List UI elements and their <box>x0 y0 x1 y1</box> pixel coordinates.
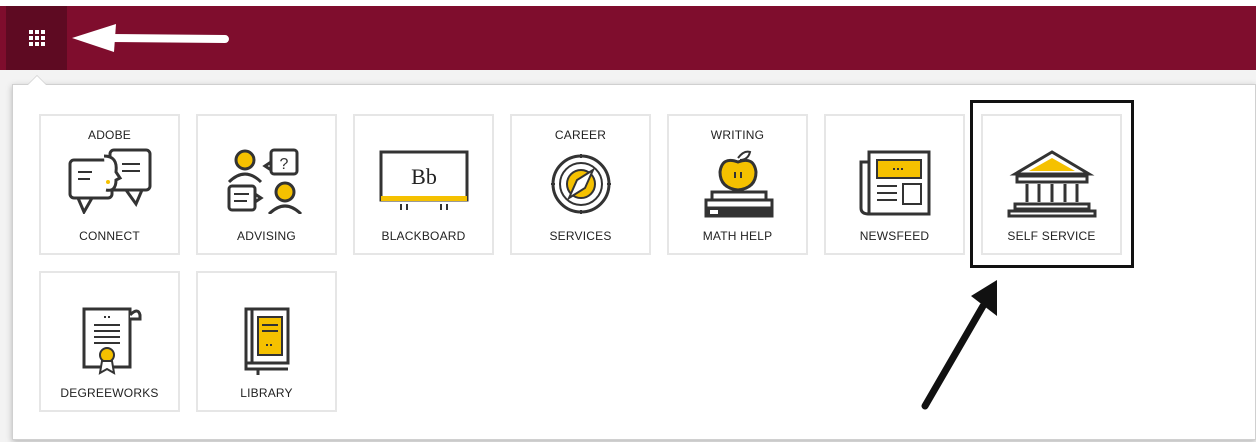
tile-label-bottom: SERVICES <box>549 229 612 243</box>
arrow-up-annotation <box>921 280 997 410</box>
tile-library[interactable]: LIBRARY <box>196 271 337 412</box>
top-bar <box>0 6 1256 70</box>
tile-degreeworks[interactable]: DEGREEWORKS <box>39 271 180 412</box>
tile-label-bottom: NEWSFEED <box>859 229 930 243</box>
tile-label-bottom: MATH HELP <box>702 229 773 243</box>
dropdown-caret <box>28 76 46 85</box>
blackboard-icon: Bb <box>379 150 468 210</box>
tile-label-top: ADOBE <box>87 128 131 142</box>
tile-label-top: WRITING <box>710 128 765 142</box>
apple-books-icon <box>704 150 773 218</box>
arrow-left-annotation <box>72 24 229 52</box>
compass-icon <box>550 154 611 214</box>
newspaper-icon <box>859 150 930 216</box>
chat-faces-icon <box>68 148 151 214</box>
diploma-icon <box>82 307 141 375</box>
tile-newsfeed[interactable]: NEWSFEED <box>824 114 965 255</box>
tile-writing-math-help[interactable]: WRITING MATH HELP <box>667 114 808 255</box>
highlight-box-annotation <box>970 100 1134 268</box>
svg-text:?: ? <box>279 156 288 173</box>
tile-blackboard[interactable]: Bb BLACKBOARD <box>353 114 494 255</box>
tile-label-bottom: LIBRARY <box>240 386 293 400</box>
tile-label-bottom: BLACKBOARD <box>381 229 466 243</box>
grid-icon <box>28 30 45 46</box>
tile-adobe-connect[interactable]: ADOBE CONNECT <box>39 114 180 255</box>
tile-label-bottom: DEGREEWORKS <box>60 386 159 400</box>
tile-career-services[interactable]: CAREER SERVICES <box>510 114 651 255</box>
tile-label-top: CAREER <box>554 128 607 142</box>
blackboard-icon-text: Bb <box>411 164 437 189</box>
apps-menu-button[interactable] <box>6 6 67 70</box>
tile-advising[interactable]: ? ADVISING <box>196 114 337 255</box>
advising-icon: ? <box>227 148 302 214</box>
tile-label-bottom: CONNECT <box>79 229 140 243</box>
book-icon <box>244 307 289 375</box>
tile-label-bottom: ADVISING <box>237 229 296 243</box>
